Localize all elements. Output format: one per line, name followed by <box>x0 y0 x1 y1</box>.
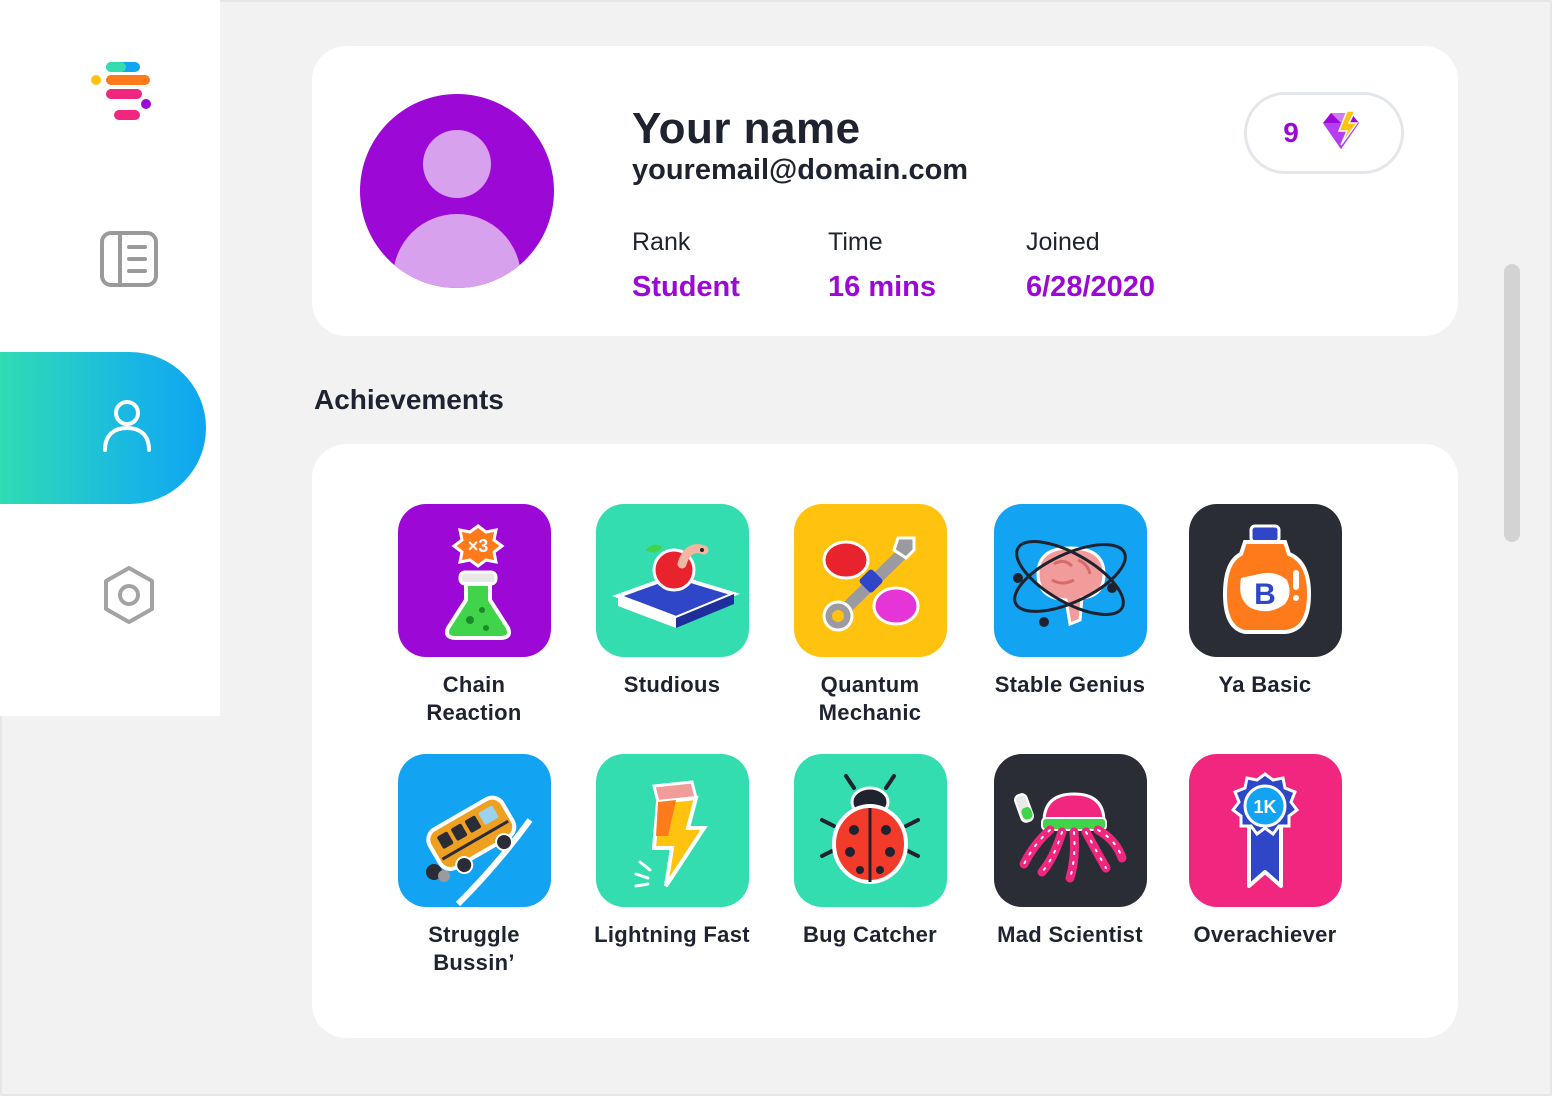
bottle-icon: B <box>1222 524 1311 634</box>
achievement-tile <box>993 754 1147 907</box>
avatar-head <box>423 130 491 198</box>
settings-icon <box>98 564 160 631</box>
svg-text:1K: 1K <box>1253 797 1276 817</box>
gem-icon <box>1317 109 1365 158</box>
user-icon <box>99 398 155 459</box>
achievement-tile <box>397 754 551 907</box>
lightning-pencil-icon <box>634 780 708 888</box>
achievement-overachiever[interactable]: 1K Overachiever <box>1170 754 1360 949</box>
achievement-tile: ×3 <box>397 504 551 657</box>
nav-dashboard-button[interactable] <box>96 228 162 294</box>
scrollbar-thumb[interactable] <box>1504 264 1520 542</box>
achievement-tile <box>993 504 1147 657</box>
dashboard-icon <box>99 230 159 293</box>
svg-text:B: B <box>1254 578 1276 611</box>
profile-email: youremail@domain.com <box>632 154 969 186</box>
achievement-label: Quantum Mechanic <box>818 672 922 725</box>
achievement-tile <box>793 754 947 907</box>
achievement-tile <box>793 504 947 657</box>
octopus-icon <box>1013 792 1126 883</box>
stat-rank-label: Rank <box>632 228 691 256</box>
achievements-title: Achievements <box>314 384 504 415</box>
avatar[interactable] <box>360 94 554 288</box>
profile-name: Your name <box>632 104 861 153</box>
stat-rank-value: Student <box>632 271 740 303</box>
ribbon-icon: 1K <box>1230 772 1299 888</box>
achievement-studious[interactable]: Studious <box>577 504 767 699</box>
flask-icon: ×3 <box>444 524 511 640</box>
achievement-bug-catcher[interactable]: Bug Catcher <box>775 754 965 949</box>
achievement-ya-basic[interactable]: B Ya Basic <box>1170 504 1360 699</box>
wrench-icon <box>822 536 919 632</box>
apple-book-icon <box>611 544 740 628</box>
achievement-label: Overachiever <box>1193 922 1337 947</box>
achievement-tile: 1K <box>1188 754 1342 907</box>
nav-settings-button[interactable] <box>96 564 162 630</box>
achievement-label: Lightning Fast <box>594 922 750 947</box>
school-bus-icon <box>425 795 532 907</box>
achievement-tile <box>595 754 749 907</box>
achievement-tile: B <box>1188 504 1342 657</box>
ladybug-icon <box>819 774 920 884</box>
achievement-label: Struggle Bussin’ <box>428 922 520 975</box>
stat-joined-value: 6/28/2020 <box>1026 271 1156 303</box>
achievement-quantum-mechanic[interactable]: Quantum Mechanic <box>775 504 965 727</box>
gems-count: 9 <box>1283 117 1299 148</box>
stat-joined: Joined 6/28/2020 <box>1026 228 1155 304</box>
achievements-grid: ×3 Chain Reaction Studious Quantum Mecha… <box>312 444 1458 1038</box>
app-logo-icon[interactable] <box>88 60 158 126</box>
achievement-mad-scientist[interactable]: Mad Scientist <box>975 754 1165 949</box>
stat-time-label: Time <box>828 228 883 256</box>
achievement-label: Stable Genius <box>994 672 1146 697</box>
avatar-body <box>393 214 521 288</box>
stat-time: Time 16 mins <box>828 228 936 304</box>
brain-atom-icon <box>1012 540 1127 627</box>
nav-profile-button[interactable] <box>0 352 206 504</box>
achievement-lightning-fast[interactable]: Lightning Fast <box>577 754 767 949</box>
achievement-stable-genius[interactable]: Stable Genius <box>975 504 1165 699</box>
stat-rank: Rank Student <box>632 228 740 304</box>
stat-joined-label: Joined <box>1026 228 1100 256</box>
sidebar <box>0 0 220 716</box>
achievement-label: Studious <box>623 672 721 697</box>
achievement-label: Bug Catcher <box>802 922 938 947</box>
stat-time-value: 16 mins <box>828 271 936 303</box>
gems-counter-button[interactable]: 9 <box>1244 92 1404 174</box>
achievement-struggle-bussin[interactable]: Struggle Bussin’ <box>379 754 569 977</box>
svg-text:×3: ×3 <box>467 536 488 556</box>
achievement-label: Chain Reaction <box>426 672 522 725</box>
profile-card: Your name youremail@domain.com Rank Stud… <box>312 46 1458 336</box>
achievement-label: Mad Scientist <box>997 922 1143 947</box>
achievement-chain-reaction[interactable]: ×3 Chain Reaction <box>379 504 569 727</box>
achievement-label: Ya Basic <box>1218 672 1312 697</box>
achievement-tile <box>595 504 749 657</box>
